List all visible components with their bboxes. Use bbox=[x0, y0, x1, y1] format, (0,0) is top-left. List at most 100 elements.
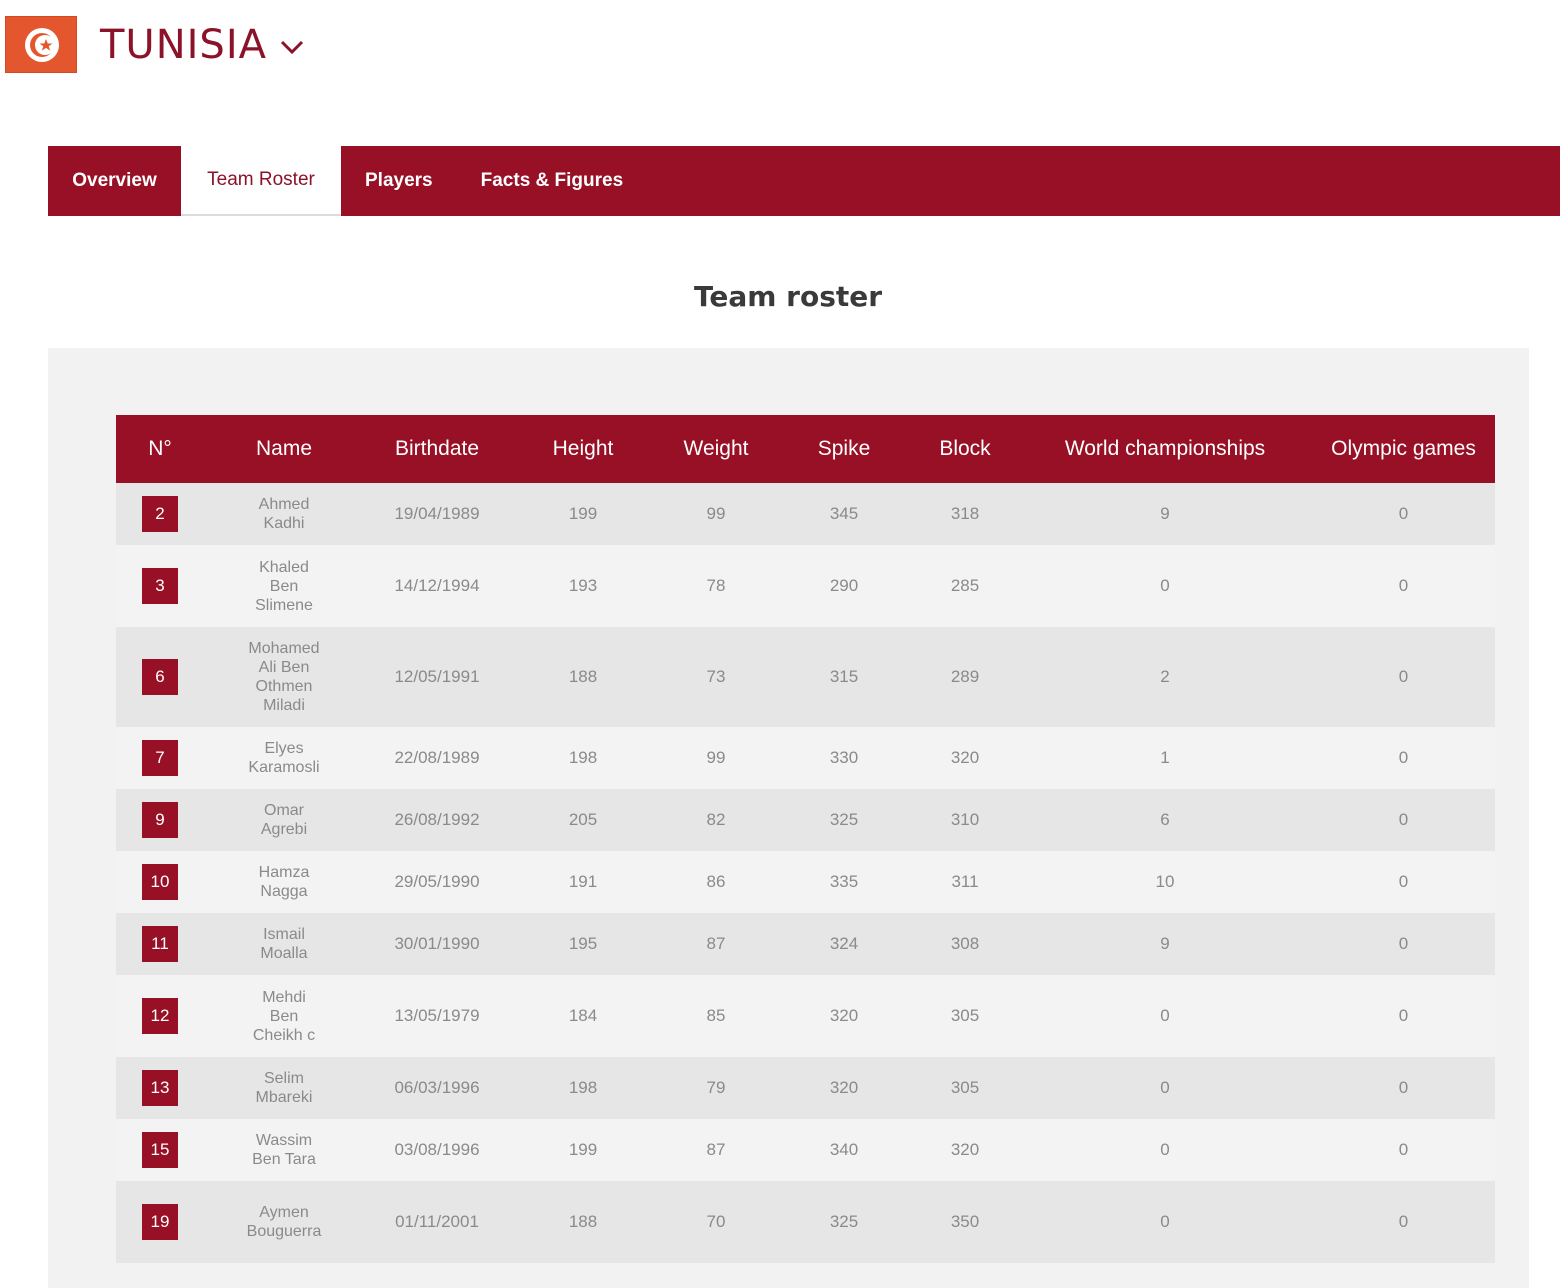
number-cell: 15 bbox=[116, 1119, 204, 1181]
player-birthdate: 13/05/1979 bbox=[394, 1006, 480, 1025]
player-number-badge: 3 bbox=[142, 568, 178, 604]
table-header-row: N° Name Birthdate Height Weight Spike Bl… bbox=[116, 415, 1495, 483]
player-weight: 78 bbox=[706, 576, 726, 595]
player-birthdate: 29/05/1990 bbox=[394, 872, 480, 891]
player-name-line: Nagga bbox=[260, 883, 308, 900]
player-olympic-games: 0 bbox=[1398, 667, 1409, 686]
player-spike: 315 bbox=[829, 667, 859, 686]
number-cell: 3 bbox=[116, 545, 204, 627]
player-world-championships: 2 bbox=[1160, 667, 1170, 686]
table-row[interactable]: 19 Aymen Bouguerra 01/11/2001 188 70 325 350 0 0 bbox=[116, 1181, 1495, 1263]
table-row[interactable]: 12 Mehdi Ben Cheikh c 13/05/1979 184 85 320 305 0… bbox=[116, 975, 1495, 1057]
name-cell: Ismail Moalla bbox=[204, 913, 364, 975]
player-height: 188 bbox=[568, 1212, 598, 1231]
player-world-championships: 0 bbox=[1160, 576, 1170, 595]
player-weight: 99 bbox=[706, 748, 726, 767]
player-height: 191 bbox=[568, 872, 598, 891]
col-header-weight[interactable]: Weight bbox=[656, 415, 776, 483]
table-row[interactable]: 7 Elyes Karamosli 22/08/1989 198 99 330 320 1 0 bbox=[116, 727, 1495, 789]
col-header-number[interactable]: N° bbox=[116, 415, 204, 483]
player-name-line: Ismail bbox=[263, 926, 305, 943]
table-row[interactable]: 2 Ahmed Kadhi 19/04/1989 199 99 345 318 9 0 bbox=[116, 483, 1495, 545]
player-block: 308 bbox=[950, 934, 980, 953]
roster-body: 2 Ahmed Kadhi 19/04/1989 199 99 345 318 9 0 3 Khale… bbox=[116, 483, 1495, 1263]
player-height: 198 bbox=[568, 748, 598, 767]
tab-players[interactable]: Players bbox=[341, 146, 457, 216]
col-header-height[interactable]: Height bbox=[510, 415, 656, 483]
player-world-championships: 0 bbox=[1160, 1006, 1170, 1025]
player-name-line: Miladi bbox=[263, 697, 305, 714]
table-row[interactable]: 6 Mohamed Ali Ben Othmen Miladi 12/05/1991 188… bbox=[116, 627, 1495, 727]
player-block: 318 bbox=[950, 504, 980, 523]
number-cell: 9 bbox=[116, 789, 204, 851]
player-name-line: Selim bbox=[263, 1070, 304, 1087]
col-header-olympic-games[interactable]: Olympic games bbox=[1312, 415, 1495, 483]
col-header-world-championships[interactable]: World championships bbox=[1018, 415, 1312, 483]
player-name-line: Karamosli bbox=[248, 759, 320, 776]
tab-facts-figures[interactable]: Facts & Figures bbox=[457, 146, 648, 216]
name-cell: Khaled Ben Slimene bbox=[204, 545, 364, 627]
col-header-name[interactable]: Name bbox=[204, 415, 364, 483]
player-block: 320 bbox=[950, 748, 980, 767]
player-name-line: Ben bbox=[269, 577, 299, 595]
player-spike: 345 bbox=[829, 504, 859, 523]
player-name-line: Cheikh c bbox=[252, 1026, 316, 1044]
player-height: 193 bbox=[568, 576, 598, 595]
number-cell: 19 bbox=[116, 1181, 204, 1263]
player-number-badge: 19 bbox=[142, 1204, 178, 1240]
player-birthdate: 26/08/1992 bbox=[394, 810, 480, 829]
player-weight: 73 bbox=[706, 667, 726, 686]
table-row[interactable]: 13 Selim Mbareki 06/03/1996 198 79 320 305 0 0 bbox=[116, 1057, 1495, 1119]
player-world-championships: 6 bbox=[1160, 810, 1170, 829]
player-spike: 325 bbox=[829, 810, 859, 829]
chevron-down-icon bbox=[279, 20, 305, 66]
player-olympic-games: 0 bbox=[1398, 1140, 1409, 1159]
col-header-block[interactable]: Block bbox=[912, 415, 1018, 483]
player-name-line: Hamza bbox=[258, 864, 310, 881]
player-name-line: Mohamed bbox=[248, 640, 320, 657]
player-birthdate: 06/03/1996 bbox=[394, 1078, 480, 1097]
player-world-championships: 0 bbox=[1160, 1140, 1170, 1159]
table-row[interactable]: 9 Omar Agrebi 26/08/1992 205 82 325 310 6 0 bbox=[116, 789, 1495, 851]
player-spike: 325 bbox=[829, 1212, 859, 1231]
player-name-line: Ahmed bbox=[258, 496, 310, 513]
player-name-line: Moalla bbox=[260, 945, 308, 962]
player-name-line: Mbareki bbox=[255, 1089, 313, 1106]
col-header-birthdate[interactable]: Birthdate bbox=[364, 415, 510, 483]
player-olympic-games: 0 bbox=[1398, 1212, 1409, 1231]
col-header-spike[interactable]: Spike bbox=[776, 415, 912, 483]
country-selector[interactable]: TUNISIA bbox=[100, 22, 305, 68]
player-name-line: Kadhi bbox=[263, 515, 305, 532]
number-cell: 11 bbox=[116, 913, 204, 975]
player-height: 188 bbox=[568, 667, 598, 686]
number-cell: 10 bbox=[116, 851, 204, 913]
table-row[interactable]: 11 Ismail Moalla 30/01/1990 195 87 324 308 9 0 bbox=[116, 913, 1495, 975]
name-cell: Hamza Nagga bbox=[204, 851, 364, 913]
player-number-badge: 7 bbox=[142, 740, 178, 776]
player-olympic-games: 0 bbox=[1398, 504, 1409, 523]
player-name-line: Ben bbox=[269, 1007, 299, 1025]
player-weight: 87 bbox=[706, 1140, 726, 1159]
name-cell: Mehdi Ben Cheikh c bbox=[204, 975, 364, 1057]
player-name-line: Ali Ben bbox=[258, 659, 310, 676]
name-cell: Selim Mbareki bbox=[204, 1057, 364, 1119]
table-row[interactable]: 10 Hamza Nagga 29/05/1990 191 86 335 311 10 0 bbox=[116, 851, 1495, 913]
player-spike: 320 bbox=[829, 1078, 859, 1097]
table-row[interactable]: 3 Khaled Ben Slimene 14/12/1994 193 78 290 285 0 0 bbox=[116, 545, 1495, 627]
tab-overview[interactable]: Overview bbox=[48, 146, 181, 216]
name-cell: Aymen Bouguerra bbox=[204, 1181, 364, 1263]
player-spike: 320 bbox=[829, 1006, 859, 1025]
player-weight: 79 bbox=[706, 1078, 726, 1097]
tab-team-roster[interactable]: Team Roster bbox=[181, 146, 341, 216]
name-cell: Elyes Karamosli bbox=[204, 727, 364, 789]
player-birthdate: 30/01/1990 bbox=[394, 934, 480, 953]
name-cell: Omar Agrebi bbox=[204, 789, 364, 851]
player-name-line: Ben Tara bbox=[252, 1151, 316, 1168]
table-row[interactable]: 15 Wassim Ben Tara 03/08/1996 199 87 340 320 0 0 bbox=[116, 1119, 1495, 1181]
player-spike: 335 bbox=[829, 872, 859, 891]
player-weight: 99 bbox=[706, 504, 726, 523]
player-weight: 70 bbox=[706, 1212, 726, 1231]
player-spike: 340 bbox=[829, 1140, 859, 1159]
player-birthdate: 03/08/1996 bbox=[394, 1140, 480, 1159]
player-olympic-games: 0 bbox=[1398, 934, 1409, 953]
